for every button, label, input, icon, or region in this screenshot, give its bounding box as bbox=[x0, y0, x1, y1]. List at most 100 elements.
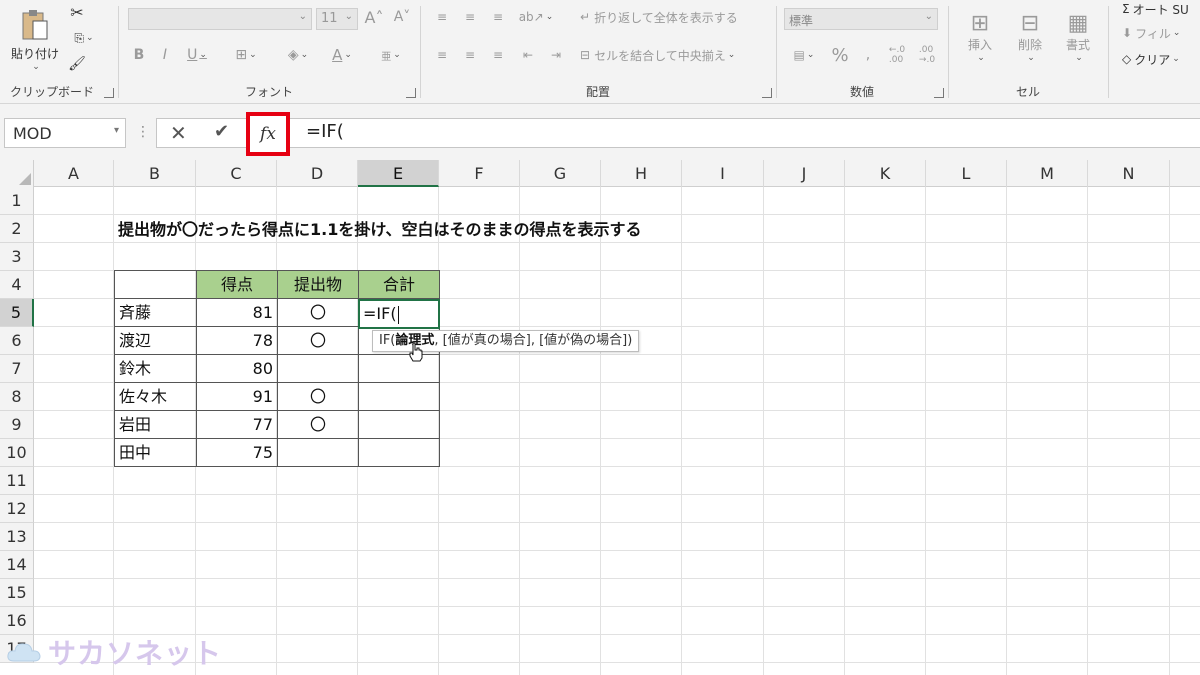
left-align-button[interactable]: ≡ bbox=[430, 44, 454, 66]
bottom-align-button[interactable]: ≡ bbox=[486, 6, 510, 28]
borders-button[interactable]: ⊞ ⌄ bbox=[226, 44, 266, 66]
bold-button[interactable]: B bbox=[128, 44, 150, 66]
score-cell[interactable]: 77 bbox=[196, 410, 278, 439]
row-header-15[interactable]: 15 bbox=[0, 579, 34, 607]
chevron-down-icon[interactable]: ▾ bbox=[114, 125, 119, 136]
row-header-16[interactable]: 16 bbox=[0, 607, 34, 635]
column-header-i[interactable]: I bbox=[682, 160, 764, 187]
total-cell[interactable] bbox=[358, 382, 440, 411]
name-cell[interactable]: 佐々木 bbox=[114, 382, 197, 411]
table-header-cell[interactable]: 提出物 bbox=[277, 270, 359, 299]
column-header-h[interactable]: H bbox=[601, 160, 682, 187]
row-header-6[interactable]: 6 bbox=[0, 327, 34, 355]
submitted-cell[interactable]: 〇 bbox=[277, 410, 359, 439]
dialog-launcher-icon[interactable]: . bbox=[406, 88, 416, 98]
row-header-13[interactable]: 13 bbox=[0, 523, 34, 551]
shrink-font-button[interactable]: A˅ bbox=[390, 6, 414, 28]
total-cell[interactable] bbox=[358, 438, 440, 467]
column-header-b[interactable]: B bbox=[114, 160, 196, 187]
grow-font-button[interactable]: A˄ bbox=[362, 6, 386, 28]
decrease-indent-button[interactable]: ⇤ bbox=[516, 44, 540, 66]
column-header-k[interactable]: K bbox=[845, 160, 926, 187]
accounting-format-button[interactable]: ▤ ⌄ bbox=[784, 44, 824, 66]
dialog-launcher-icon[interactable]: . bbox=[934, 88, 944, 98]
row-header-14[interactable]: 14 bbox=[0, 551, 34, 579]
merge-center-button[interactable]: ⊟ セルを結合して中央揃え ⌄ bbox=[580, 44, 760, 66]
name-cell[interactable]: 斉藤 bbox=[114, 298, 197, 327]
column-header-c[interactable]: C bbox=[196, 160, 277, 187]
table-header-cell[interactable]: 得点 bbox=[196, 270, 278, 299]
italic-button[interactable]: I bbox=[154, 44, 176, 66]
score-cell[interactable]: 75 bbox=[196, 438, 278, 467]
row-header-1[interactable]: 1 bbox=[0, 187, 34, 215]
insert-function-button[interactable]: fx bbox=[246, 112, 290, 156]
clear-button[interactable]: ◇ クリア ⌄ bbox=[1122, 50, 1200, 68]
total-cell[interactable] bbox=[358, 354, 440, 383]
dialog-launcher-icon[interactable]: . bbox=[762, 88, 772, 98]
select-all-button[interactable] bbox=[0, 160, 34, 187]
score-cell[interactable]: 78 bbox=[196, 326, 278, 355]
wrap-text-button[interactable]: ↵ 折り返して全体を表示する bbox=[580, 6, 760, 28]
increase-indent-button[interactable]: ⇥ bbox=[544, 44, 568, 66]
column-header-l[interactable]: L bbox=[926, 160, 1007, 187]
row-header-10[interactable]: 10 bbox=[0, 439, 34, 467]
phonetic-button[interactable]: 亜 ⌄ bbox=[372, 44, 410, 66]
orientation-button[interactable]: ab↗ ⌄ bbox=[516, 6, 556, 28]
center-align-button[interactable]: ≡ bbox=[458, 44, 482, 66]
formula-text[interactable]: =IF( bbox=[306, 121, 344, 142]
font-name-combo[interactable]: ⌄ bbox=[128, 8, 312, 30]
right-align-button[interactable]: ≡ bbox=[486, 44, 510, 66]
score-cell[interactable]: 91 bbox=[196, 382, 278, 411]
active-cell-editor[interactable]: =IF( bbox=[358, 299, 440, 329]
delete-button[interactable]: ⊟ 削除 ⌄ bbox=[1008, 4, 1052, 70]
column-header-m[interactable]: M bbox=[1007, 160, 1088, 187]
submitted-cell[interactable]: 〇 bbox=[277, 382, 359, 411]
submitted-cell[interactable]: 〇 bbox=[277, 298, 359, 327]
row-header-11[interactable]: 11 bbox=[0, 467, 34, 495]
font-size-combo[interactable]: 11 ⌄ bbox=[316, 8, 358, 30]
row-header-8[interactable]: 8 bbox=[0, 383, 34, 411]
name-cell[interactable]: 岩田 bbox=[114, 410, 197, 439]
top-align-button[interactable]: ≡ bbox=[430, 6, 454, 28]
middle-align-button[interactable]: ≡ bbox=[458, 6, 482, 28]
column-header-g[interactable]: G bbox=[520, 160, 601, 187]
row-header-7[interactable]: 7 bbox=[0, 355, 34, 383]
font-color-button[interactable]: A ⌄ bbox=[322, 44, 362, 66]
score-cell[interactable]: 80 bbox=[196, 354, 278, 383]
table-header-cell[interactable]: 合計 bbox=[358, 270, 440, 299]
score-cell[interactable]: 81 bbox=[196, 298, 278, 327]
increase-decimal-button[interactable]: ←.0.00 bbox=[884, 44, 910, 66]
row-header-5[interactable]: 5 bbox=[0, 299, 34, 327]
row-header-3[interactable]: 3 bbox=[0, 243, 34, 271]
enter-button[interactable]: ✔ bbox=[214, 121, 229, 142]
column-header-n[interactable]: N bbox=[1088, 160, 1170, 187]
total-cell[interactable] bbox=[358, 410, 440, 439]
row-header-2[interactable]: 2 bbox=[0, 215, 34, 243]
fill-button[interactable]: ⬇ フィル ⌄ bbox=[1122, 24, 1200, 42]
sheet-title[interactable]: 提出物が〇だったら得点に1.1を掛け、空白はそのままの得点を表示する bbox=[118, 216, 642, 244]
column-header-j[interactable]: J bbox=[764, 160, 845, 187]
percent-button[interactable]: % bbox=[828, 44, 852, 66]
name-cell[interactable]: 鈴木 bbox=[114, 354, 197, 383]
insert-button[interactable]: ⊞ 挿入 ⌄ bbox=[958, 4, 1002, 70]
column-header-a[interactable]: A bbox=[34, 160, 114, 187]
name-cell[interactable]: 田中 bbox=[114, 438, 197, 467]
format-button[interactable]: ▦ 書式 ⌄ bbox=[1056, 4, 1100, 70]
underline-button[interactable]: U ⌄ bbox=[180, 44, 214, 66]
column-header-e[interactable]: E bbox=[358, 160, 439, 187]
decrease-decimal-button[interactable]: .00 →.0 bbox=[914, 44, 940, 66]
fill-color-button[interactable]: ◈ ⌄ bbox=[278, 44, 318, 66]
number-format-combo[interactable]: 標準 ⌄ bbox=[784, 8, 938, 30]
autosum-button[interactable]: Σ オート SU bbox=[1122, 0, 1200, 18]
table-header-cell[interactable] bbox=[114, 270, 197, 299]
row-header-9[interactable]: 9 bbox=[0, 411, 34, 439]
row-header-4[interactable]: 4 bbox=[0, 271, 34, 299]
column-header-f[interactable]: F bbox=[439, 160, 520, 187]
submitted-cell[interactable] bbox=[277, 438, 359, 467]
name-cell[interactable]: 渡辺 bbox=[114, 326, 197, 355]
column-header-d[interactable]: D bbox=[277, 160, 358, 187]
name-box[interactable]: MOD ▾ bbox=[4, 118, 126, 148]
submitted-cell[interactable]: 〇 bbox=[277, 326, 359, 355]
comma-style-button[interactable]: , bbox=[856, 44, 880, 66]
row-header-12[interactable]: 12 bbox=[0, 495, 34, 523]
